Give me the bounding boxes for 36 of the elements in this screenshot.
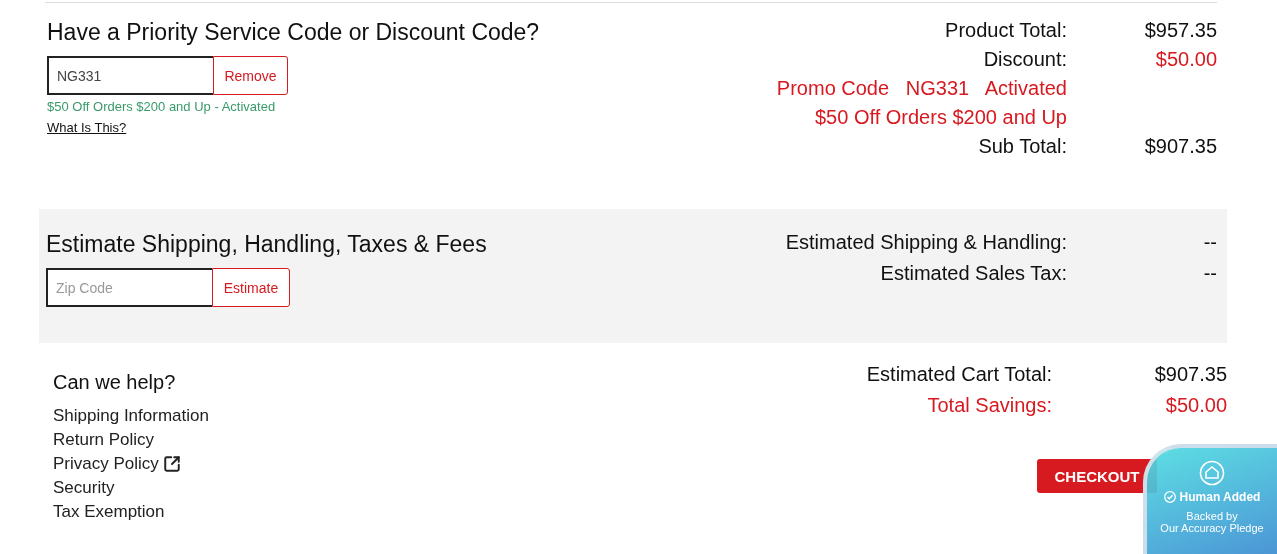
total-label: Estimated Cart Total:	[866, 363, 1052, 386]
house-icon	[1199, 460, 1225, 486]
summary-value: $907.35	[1144, 135, 1217, 158]
help-link[interactable]: Shipping Information	[53, 406, 209, 426]
promo-status: $50 Off Orders $200 and Up - Activated	[47, 99, 276, 114]
help-link[interactable]: Privacy Policy	[53, 454, 209, 474]
summary-value: $50.00	[1155, 48, 1217, 71]
zip-code-field[interactable]: Zip Code	[46, 268, 212, 307]
section-title: Have a Priority Service Code or Discount Code?	[47, 19, 540, 46]
promo-code-line: Promo Code NG331 Activated	[776, 77, 1067, 100]
estimate-label: Estimated Shipping & Handling:	[785, 231, 1067, 254]
total-value: $907.35	[1154, 363, 1227, 386]
summary-value: $957.35	[1144, 19, 1217, 42]
estimate-value: --	[1203, 262, 1217, 285]
estimate-button[interactable]: Estimate	[212, 268, 290, 307]
code-field[interactable]: NG331	[47, 56, 213, 95]
help-link[interactable]: Security	[53, 478, 209, 498]
help-title: Can we help?	[53, 371, 177, 394]
badge-detail: Our Accuracy Pledge	[1160, 522, 1264, 534]
external-link-icon	[162, 455, 181, 473]
help-link[interactable]: Return Policy	[53, 430, 209, 450]
remove-button[interactable]: Remove	[213, 56, 288, 95]
check-icon	[1163, 491, 1176, 503]
help-link[interactable]: What Is This?	[47, 120, 127, 135]
help-link[interactable]: Tax Exemption	[53, 502, 209, 522]
estimate-label: Estimated Sales Tax:	[880, 262, 1067, 285]
summary-label: Discount:	[983, 48, 1067, 71]
badge-subtitle: Backed by	[1186, 510, 1238, 522]
total-value: $50.00	[1165, 394, 1227, 417]
badge-title-text: Human Added	[1179, 490, 1261, 504]
promo-description: $50 Off Orders $200 and Up	[814, 106, 1067, 129]
total-label: Total Savings:	[927, 394, 1052, 417]
summary-label: Sub Total:	[978, 135, 1067, 158]
summary-label: Product Total:	[945, 19, 1067, 42]
section-title: Estimate Shipping, Handling, Taxes & Fees	[46, 231, 487, 258]
estimate-value: --	[1203, 231, 1217, 254]
